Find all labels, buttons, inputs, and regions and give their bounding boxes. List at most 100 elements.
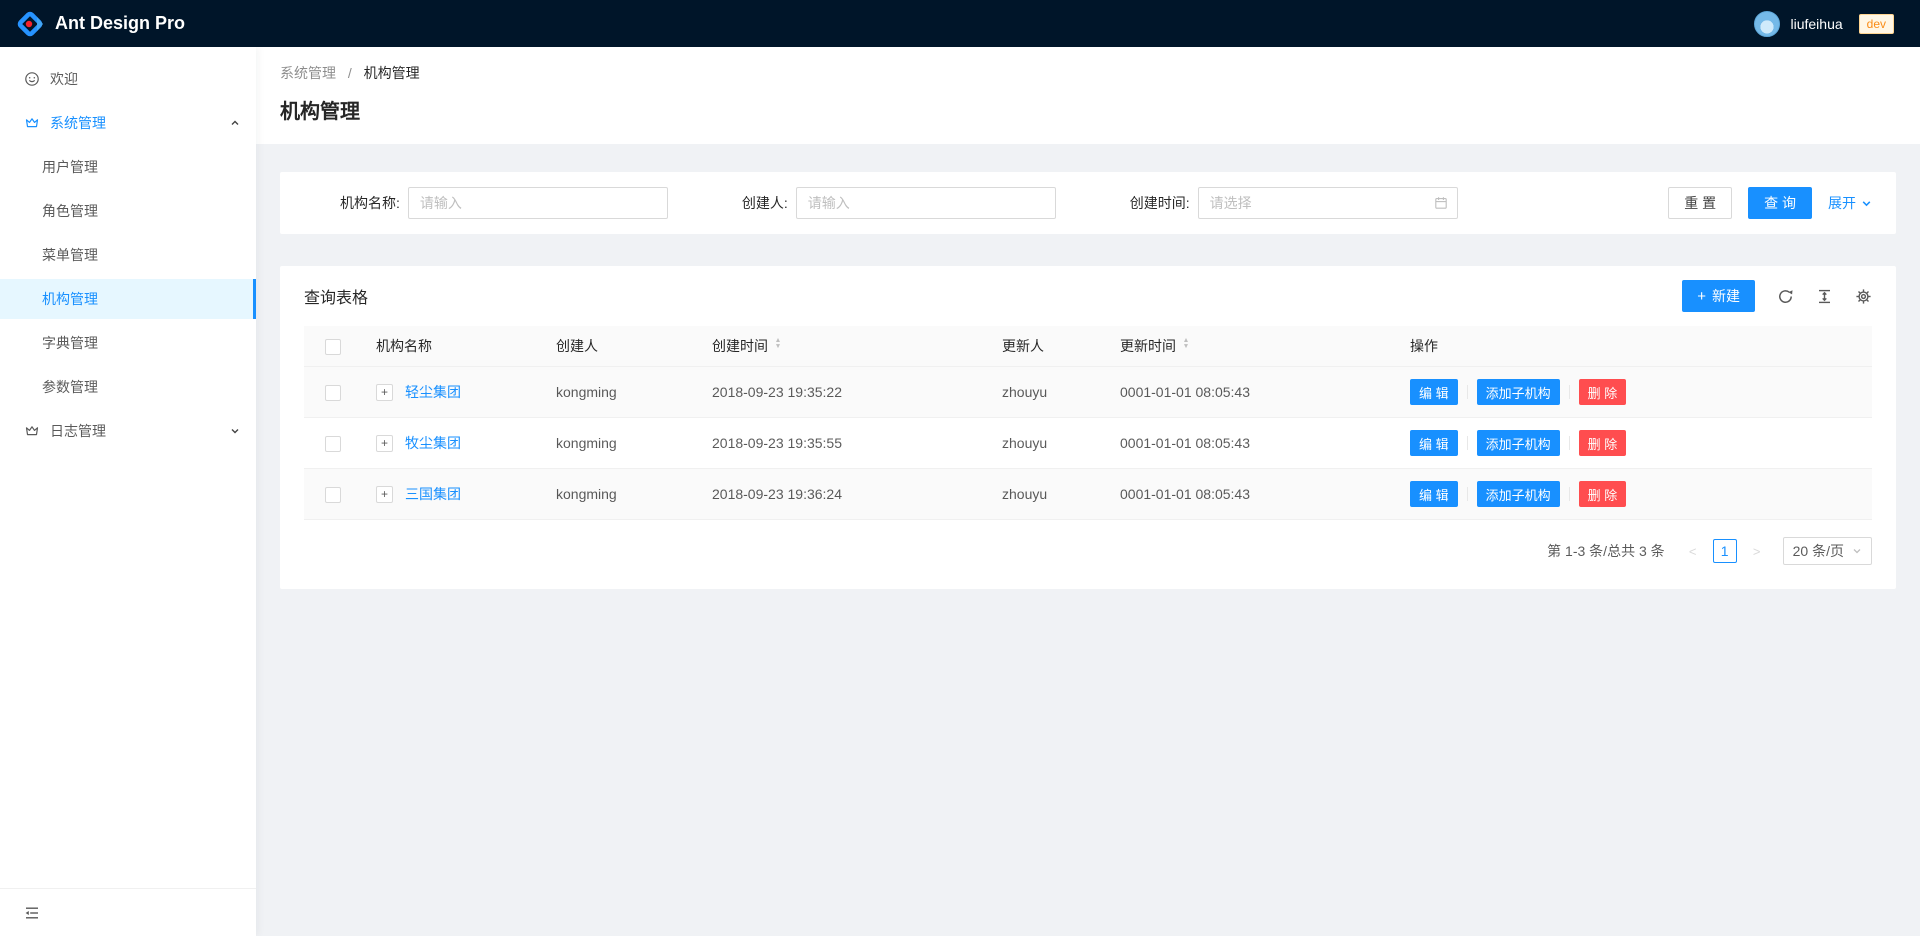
sort-caret-down-icon: ▼ [1183,346,1190,351]
breadcrumb: 系统管理 / 机构管理 [280,63,1896,83]
sidebar-item-log-mgmt[interactable]: 日志管理 [0,411,256,451]
new-button[interactable]: + 新建 [1682,280,1755,312]
create-time-picker[interactable] [1198,187,1458,219]
breadcrumb-parent[interactable]: 系统管理 [280,65,336,81]
crown-icon [24,423,40,439]
chevron-down-icon [230,426,240,436]
sidebar-item-label: 系统管理 [50,113,106,133]
sidebar-item-label: 机构管理 [42,289,98,309]
app-title: Ant Design Pro [55,13,185,34]
expand-form-link[interactable]: 展开 [1828,193,1872,213]
edit-button[interactable]: 编 辑 [1410,430,1458,456]
edit-button[interactable]: 编 辑 [1410,481,1458,507]
delete-button[interactable]: 删 除 [1579,481,1627,507]
sidebar-item-param-mgmt[interactable]: 参数管理 [0,367,256,407]
cell-create-time: 2018-09-23 19:35:55 [704,418,994,469]
creator-label: 创建人: [742,193,788,213]
topbar: Ant Design Pro liufeihua dev [0,0,1920,47]
table-toolbar: 查询表格 + 新建 [280,266,1896,326]
table-card: 查询表格 + 新建 [280,266,1896,589]
query-button[interactable]: 查 询 [1748,187,1812,219]
sidebar-item-welcome[interactable]: 欢迎 [0,59,256,99]
create-time-sorter[interactable]: ▲ ▼ [774,340,782,352]
add-child-org-button[interactable]: 添加子机构 [1477,430,1560,456]
expand-row-button[interactable]: + [376,486,393,503]
delete-button[interactable]: 删 除 [1579,430,1627,456]
page-size-select[interactable]: 20 条/页 [1783,537,1872,565]
setting-icon[interactable] [1855,288,1872,305]
expand-row-button[interactable]: + [376,435,393,452]
menu-fold-icon[interactable] [24,905,40,921]
page-number-button[interactable]: 1 [1713,539,1737,563]
ant-design-logo-icon [16,10,44,38]
system-submenu: 用户管理 角色管理 菜单管理 机构管理 字典管理 参数管理 [0,147,256,407]
sidebar: 欢迎 系统管理 用户管理 角色管理 [0,47,256,936]
search-card: 机构名称: 创建人: 创建时间: [280,172,1896,234]
table-row: + 三国集团 kongming 2018-09-23 19:36:24 zhou… [304,469,1872,520]
logo-area[interactable]: Ant Design Pro [16,10,185,38]
creator-input[interactable] [796,187,1056,219]
cell-updater: zhouyu [994,469,1112,520]
field-creator: 创建人: [742,187,1056,219]
chevron-down-icon [1852,546,1862,556]
next-page-button[interactable]: > [1745,539,1769,563]
row-checkbox[interactable] [325,385,341,401]
sidebar-item-label: 日志管理 [50,421,106,441]
sidebar-item-label: 字典管理 [42,333,98,353]
action-divider [1569,436,1570,450]
org-name-link[interactable]: 轻尘集团 [405,382,461,402]
select-all-checkbox[interactable] [325,339,341,355]
sidebar-item-system[interactable]: 系统管理 [0,103,256,143]
org-name-link[interactable]: 三国集团 [405,484,461,504]
sidebar-item-org-mgmt[interactable]: 机构管理 [0,279,256,319]
env-tag: dev [1859,14,1894,34]
add-child-org-button[interactable]: 添加子机构 [1477,481,1560,507]
smile-icon [24,71,40,87]
delete-button[interactable]: 删 除 [1579,379,1627,405]
reset-button[interactable]: 重 置 [1668,187,1732,219]
sidebar-item-label: 欢迎 [50,69,78,89]
column-height-icon[interactable] [1816,288,1833,305]
column-header-create-time: 创建时间 ▲ ▼ [704,326,994,367]
column-header-updater: 更新人 [994,326,1112,367]
update-time-sorter[interactable]: ▲ ▼ [1182,340,1190,352]
row-checkbox[interactable] [325,436,341,452]
reload-icon[interactable] [1777,288,1794,305]
sidebar-item-dict-mgmt[interactable]: 字典管理 [0,323,256,363]
pagination-total: 第 1-3 条/总共 3 条 [1547,541,1664,561]
user-avatar[interactable] [1754,11,1780,37]
breadcrumb-separator: / [348,65,352,81]
sidebar-item-menu-mgmt[interactable]: 菜单管理 [0,235,256,275]
column-header-creator: 创建人 [548,326,704,367]
user-area[interactable]: liufeihua dev [1754,11,1894,37]
action-divider [1467,385,1468,399]
table-row: + 牧尘集团 kongming 2018-09-23 19:35:55 zhou… [304,418,1872,469]
action-divider [1467,436,1468,450]
sidebar-item-user-mgmt[interactable]: 用户管理 [0,147,256,187]
row-checkbox[interactable] [325,487,341,503]
sidebar-item-label: 角色管理 [42,201,98,221]
org-name-link[interactable]: 牧尘集团 [405,433,461,453]
crown-icon [24,115,40,131]
column-header-name: 机构名称 [368,326,548,367]
prev-page-button[interactable]: < [1681,539,1705,563]
sidebar-item-label: 菜单管理 [42,245,98,265]
org-name-input[interactable] [408,187,668,219]
action-divider [1467,487,1468,501]
sidebar-item-label: 参数管理 [42,377,98,397]
cell-creator: kongming [548,469,704,520]
field-create-time: 创建时间: [1130,187,1458,219]
page-header: 系统管理 / 机构管理 机构管理 [256,47,1920,144]
add-child-org-button[interactable]: 添加子机构 [1477,379,1560,405]
sidebar-footer [0,888,256,936]
org-name-label: 机构名称: [340,193,400,213]
sidebar-item-label: 用户管理 [42,157,98,177]
sidebar-item-role-mgmt[interactable]: 角色管理 [0,191,256,231]
column-header-update-time: 更新时间 ▲ ▼ [1112,326,1402,367]
edit-button[interactable]: 编 辑 [1410,379,1458,405]
cell-update-time: 0001-01-01 08:05:43 [1112,418,1402,469]
plus-icon: + [1697,289,1706,304]
expand-row-button[interactable]: + [376,384,393,401]
new-button-label: 新建 [1712,286,1740,306]
username: liufeihua [1790,16,1842,32]
